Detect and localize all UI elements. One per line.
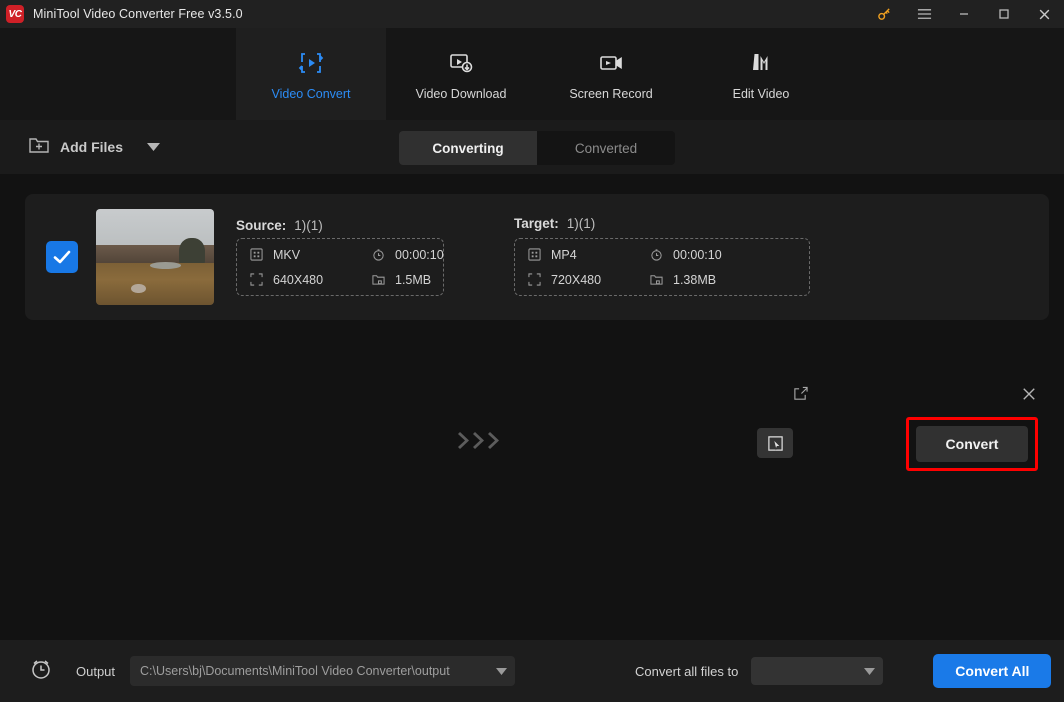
target-duration-value: 00:00:10 [673, 247, 722, 262]
app-logo-icon: VC [6, 5, 24, 23]
tab-screen-record[interactable]: Screen Record [536, 28, 686, 120]
tab-video-download[interactable]: Video Download [386, 28, 536, 120]
source-count: 1)(1) [294, 218, 323, 233]
output-path-field[interactable]: C:\Users\bj\Documents\MiniTool Video Con… [130, 656, 516, 686]
target-format: MP4 [527, 247, 649, 262]
thumbnail-water [150, 261, 181, 269]
tab-edit-video[interactable]: Edit Video [686, 28, 836, 120]
target-label: Target: 1)(1) [514, 216, 595, 231]
alarm-clock-icon[interactable] [28, 656, 54, 687]
main-navigation: Video Convert Video Download Screen Reco… [0, 28, 1064, 120]
select-format-button[interactable] [757, 428, 793, 458]
source-format: MKV [249, 247, 371, 262]
maximize-icon[interactable] [984, 0, 1024, 28]
convert-all-files-to-select[interactable] [751, 657, 884, 685]
source-title: Source: [236, 218, 287, 233]
tab-converting[interactable]: Converting [399, 131, 537, 165]
main-content: Source: 1)(1) MKV 00:00:10 640X480 1.5MB… [0, 174, 1064, 640]
tab-video-convert[interactable]: Video Convert [236, 28, 386, 120]
convert-all-button[interactable]: Convert All [933, 654, 1052, 688]
add-files-button[interactable]: Add Files [28, 135, 161, 160]
tab-label: Edit Video [732, 86, 790, 101]
thumbnail-rock [131, 283, 146, 294]
converting-converted-tabs: Converting Converted [399, 131, 675, 165]
source-spec-box: MKV 00:00:10 640X480 1.5MB [236, 238, 444, 296]
tab-label: Video Download [415, 86, 507, 101]
file-select-checkbox[interactable] [46, 241, 78, 273]
target-title: Target: [514, 216, 559, 231]
bottom-bar: Output C:\Users\bj\Documents\MiniTool Vi… [0, 640, 1064, 702]
source-size: 1.5MB [371, 272, 444, 287]
format-icon [249, 247, 264, 262]
minimize-icon[interactable] [944, 0, 984, 28]
tab-label: Screen Record [569, 86, 653, 101]
source-resolution: 640X480 [249, 272, 371, 287]
add-files-label: Add Files [60, 139, 124, 155]
video-convert-icon [296, 48, 326, 78]
close-icon[interactable] [1024, 0, 1064, 28]
chevron-down-icon[interactable] [864, 662, 876, 680]
target-count: 1)(1) [566, 216, 596, 231]
chevron-down-icon[interactable] [147, 138, 161, 156]
screen-record-icon [596, 48, 626, 78]
target-duration: 00:00:10 [649, 247, 797, 262]
target-size-value: 1.38MB [673, 272, 717, 287]
thumbnail-field [96, 262, 214, 305]
output-path-value: C:\Users\bj\Documents\MiniTool Video Con… [140, 664, 450, 678]
conversion-arrows-icon [458, 432, 501, 449]
title-bar: VC MiniTool Video Converter Free v3.5.0 [0, 0, 1064, 28]
source-duration-value: 00:00:10 [395, 247, 444, 262]
source-label: Source: 1)(1) [236, 218, 323, 233]
convert-button[interactable]: Convert [916, 426, 1028, 462]
resolution-icon [527, 272, 542, 287]
key-icon[interactable] [864, 0, 904, 28]
convert-all-files-to-label: Convert all files to [635, 663, 739, 679]
folder-plus-icon [28, 135, 50, 160]
target-size: 1.38MB [649, 272, 797, 287]
clock-icon [371, 247, 386, 262]
menu-icon[interactable] [904, 0, 944, 28]
target-spec-box: MP4 00:00:10 720X480 1.38MB [514, 238, 810, 296]
edit-video-icon [746, 48, 776, 78]
source-format-value: MKV [273, 247, 301, 262]
target-resolution: 720X480 [527, 272, 649, 287]
source-duration: 00:00:10 [371, 247, 444, 262]
remove-file-icon[interactable] [1022, 387, 1036, 406]
app-title: MiniTool Video Converter Free v3.5.0 [33, 7, 243, 21]
clock-icon [649, 247, 664, 262]
video-download-icon [446, 48, 476, 78]
source-size-value: 1.5MB [395, 272, 432, 287]
output-label: Output [76, 663, 116, 679]
convert-button-highlight: Convert [906, 417, 1038, 471]
video-thumbnail[interactable] [96, 209, 214, 305]
target-resolution-value: 720X480 [551, 272, 602, 287]
window-controls [864, 0, 1064, 28]
target-format-value: MP4 [551, 247, 577, 262]
file-size-icon [371, 272, 386, 287]
edit-target-icon[interactable] [793, 386, 808, 406]
resolution-icon [249, 272, 264, 287]
tab-label: Video Convert [271, 86, 351, 101]
format-icon [527, 247, 542, 262]
chevron-down-icon[interactable] [496, 662, 508, 680]
tab-converted[interactable]: Converted [537, 131, 675, 165]
source-resolution-value: 640X480 [273, 272, 324, 287]
file-size-icon [649, 272, 664, 287]
